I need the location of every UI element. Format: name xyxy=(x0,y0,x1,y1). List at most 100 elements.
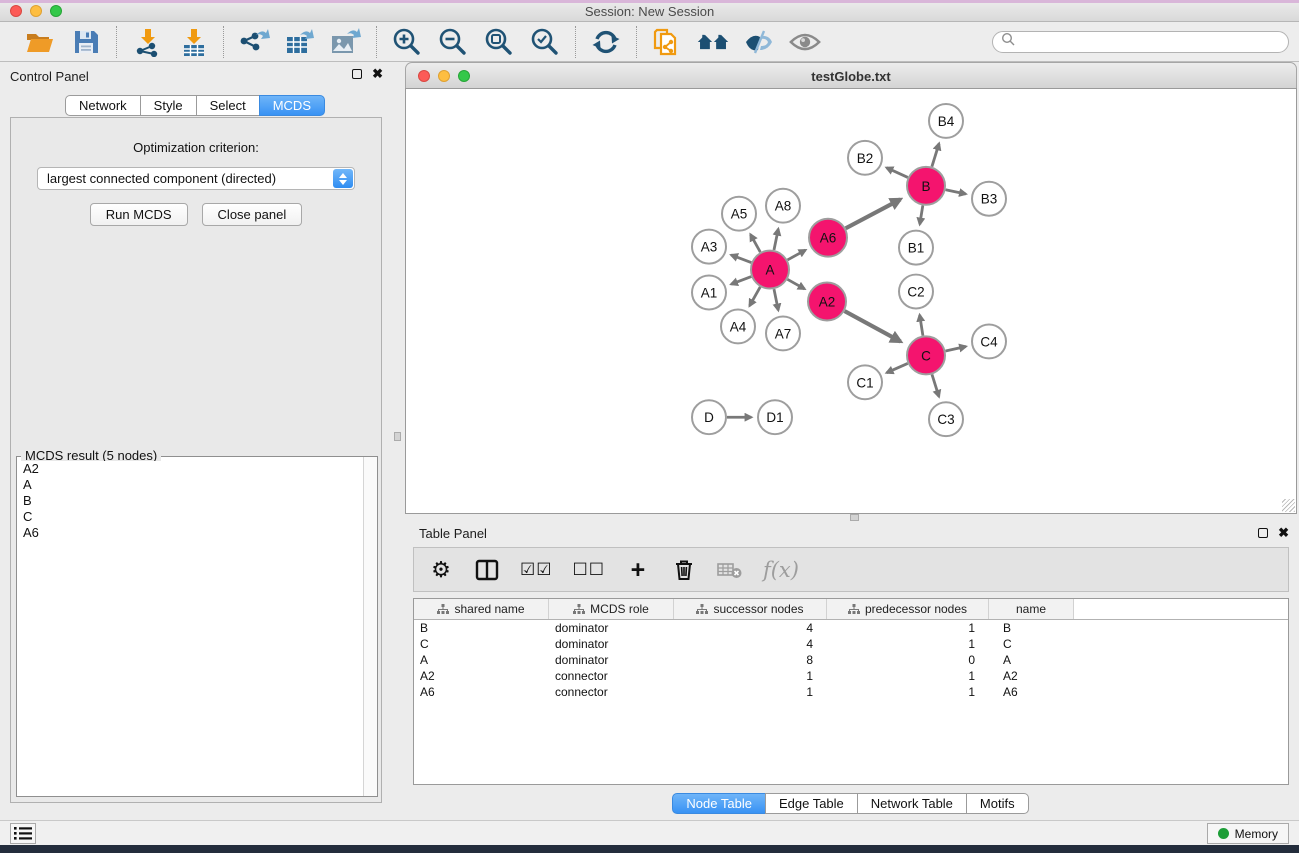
graph-node-A2[interactable]: A2 xyxy=(808,283,846,321)
add-column-icon[interactable]: + xyxy=(625,555,651,585)
cell-mcds-role[interactable]: connector xyxy=(549,669,674,683)
network-window-titlebar[interactable]: testGlobe.txt xyxy=(405,62,1297,88)
result-item-a6[interactable]: A6 xyxy=(18,525,362,541)
export-network-icon[interactable] xyxy=(237,26,271,58)
unchecked-boxes-icon[interactable]: ☐☐ xyxy=(572,555,604,585)
cell-name[interactable]: A xyxy=(989,653,1074,667)
result-item-b[interactable]: B xyxy=(18,493,362,509)
cell-successor-nodes[interactable]: 4 xyxy=(674,621,827,635)
graph-node-A3[interactable]: A3 xyxy=(692,230,726,264)
cell-successor-nodes[interactable]: 8 xyxy=(674,653,827,667)
tab-mcds[interactable]: MCDS xyxy=(259,95,325,116)
copy-network-icon[interactable] xyxy=(650,26,684,58)
zoom-in-icon[interactable] xyxy=(390,26,424,58)
split-column-icon[interactable] xyxy=(474,555,500,585)
function-builder-icon[interactable]: f(x) xyxy=(763,555,799,585)
import-table-icon[interactable] xyxy=(176,26,210,58)
cell-shared-name[interactable]: C xyxy=(414,637,549,651)
table-row[interactable]: A6connector11A6 xyxy=(414,684,1288,700)
gear-icon[interactable]: ⚙ xyxy=(428,555,454,585)
tab-style[interactable]: Style xyxy=(140,95,197,116)
cell-predecessor-nodes[interactable]: 1 xyxy=(827,621,989,635)
graph-node-D[interactable]: D xyxy=(692,400,726,434)
column-header-mcds-role[interactable]: MCDS role xyxy=(549,599,674,619)
cell-name[interactable]: C xyxy=(989,637,1074,651)
vertical-splitter[interactable] xyxy=(391,62,405,820)
tab-select[interactable]: Select xyxy=(196,95,260,116)
cell-name[interactable]: A6 xyxy=(989,685,1074,699)
graph-edge-C-C4[interactable] xyxy=(946,347,966,352)
hide-view-icon[interactable] xyxy=(742,26,776,58)
graph-node-B1[interactable]: B1 xyxy=(899,231,933,265)
graph-node-B2[interactable]: B2 xyxy=(848,141,882,175)
graph-node-C2[interactable]: C2 xyxy=(899,275,933,309)
run-mcds-button[interactable]: Run MCDS xyxy=(90,203,188,226)
task-history-button[interactable] xyxy=(10,823,36,844)
cell-predecessor-nodes[interactable]: 1 xyxy=(827,669,989,683)
search-box[interactable] xyxy=(992,31,1289,53)
close-table-panel-icon[interactable]: ✖ xyxy=(1278,528,1289,538)
result-scrollbar[interactable] xyxy=(363,457,377,796)
column-header-shared-name[interactable]: shared name xyxy=(414,599,549,619)
graph-edge-B-B3[interactable] xyxy=(946,190,966,194)
graph-node-D1[interactable]: D1 xyxy=(758,400,792,434)
graph-node-A1[interactable]: A1 xyxy=(692,276,726,310)
float-table-panel-icon[interactable] xyxy=(1258,528,1268,538)
graph-node-A[interactable]: A xyxy=(751,251,789,289)
cell-predecessor-nodes[interactable]: 1 xyxy=(827,685,989,699)
graph-node-C[interactable]: C xyxy=(907,336,945,374)
cell-predecessor-nodes[interactable]: 1 xyxy=(827,637,989,651)
search-input[interactable] xyxy=(1019,35,1280,49)
result-item-a[interactable]: A xyxy=(18,477,362,493)
table-row[interactable]: Cdominator41C xyxy=(414,636,1288,652)
graph-edge-A-A3[interactable] xyxy=(731,255,751,263)
graph-edge-C-C2[interactable] xyxy=(920,315,923,336)
table-row[interactable]: Bdominator41B xyxy=(414,620,1288,636)
graph-edge-A-A7[interactable] xyxy=(774,289,778,310)
horizontal-splitter-grip[interactable] xyxy=(850,514,859,521)
graph-node-A8[interactable]: A8 xyxy=(766,189,800,223)
cell-mcds-role[interactable]: connector xyxy=(549,685,674,699)
zoom-fit-icon[interactable] xyxy=(482,26,516,58)
result-item-a2[interactable]: A2 xyxy=(18,461,362,477)
cell-mcds-role[interactable]: dominator xyxy=(549,637,674,651)
column-header-name[interactable]: name xyxy=(989,599,1074,619)
cell-successor-nodes[interactable]: 4 xyxy=(674,637,827,651)
graph-edge-A-A1[interactable] xyxy=(731,277,751,285)
table-tab-node-table[interactable]: Node Table xyxy=(672,793,766,814)
table-row[interactable]: Adominator80A xyxy=(414,652,1288,668)
graph-node-C1[interactable]: C1 xyxy=(848,365,882,399)
column-header-predecessor-nodes[interactable]: predecessor nodes xyxy=(827,599,989,619)
memory-button[interactable]: Memory xyxy=(1207,823,1289,844)
cell-predecessor-nodes[interactable]: 0 xyxy=(827,653,989,667)
cell-shared-name[interactable]: A6 xyxy=(414,685,549,699)
save-session-icon[interactable] xyxy=(69,26,103,58)
graph-node-C3[interactable]: C3 xyxy=(929,402,963,436)
table-tab-motifs[interactable]: Motifs xyxy=(966,793,1029,814)
delete-column-icon[interactable] xyxy=(671,555,697,585)
delete-table-icon[interactable] xyxy=(717,555,743,585)
splitter-grip[interactable] xyxy=(394,432,401,441)
graph-edge-A-A6[interactable] xyxy=(788,250,806,260)
network-canvas[interactable]: AA1A2A3A4A5A6A7A8BB1B2B3B4CC1C2C3C4DD1 xyxy=(405,88,1297,514)
graph-edge-A-A2[interactable] xyxy=(787,279,804,289)
graph-edge-B-B1[interactable] xyxy=(920,205,923,224)
cell-mcds-role[interactable]: dominator xyxy=(549,653,674,667)
refresh-icon[interactable] xyxy=(589,26,623,58)
zoom-out-icon[interactable] xyxy=(436,26,470,58)
graph-node-B3[interactable]: B3 xyxy=(972,182,1006,216)
graph-node-C4[interactable]: C4 xyxy=(972,324,1006,358)
close-panel-icon[interactable]: ✖ xyxy=(372,69,383,79)
zoom-selected-icon[interactable] xyxy=(528,26,562,58)
cell-name[interactable]: B xyxy=(989,621,1074,635)
result-item-c[interactable]: C xyxy=(18,509,362,525)
cell-successor-nodes[interactable]: 1 xyxy=(674,685,827,699)
cell-shared-name[interactable]: A xyxy=(414,653,549,667)
close-panel-button[interactable]: Close panel xyxy=(202,203,303,226)
graph-edge-B-B2[interactable] xyxy=(887,168,908,178)
graph-node-A5[interactable]: A5 xyxy=(722,197,756,231)
graph-edge-A-A8[interactable] xyxy=(774,229,778,250)
graph-node-B4[interactable]: B4 xyxy=(929,104,963,138)
eye-icon[interactable] xyxy=(788,26,822,58)
table-tab-network-table[interactable]: Network Table xyxy=(857,793,967,814)
